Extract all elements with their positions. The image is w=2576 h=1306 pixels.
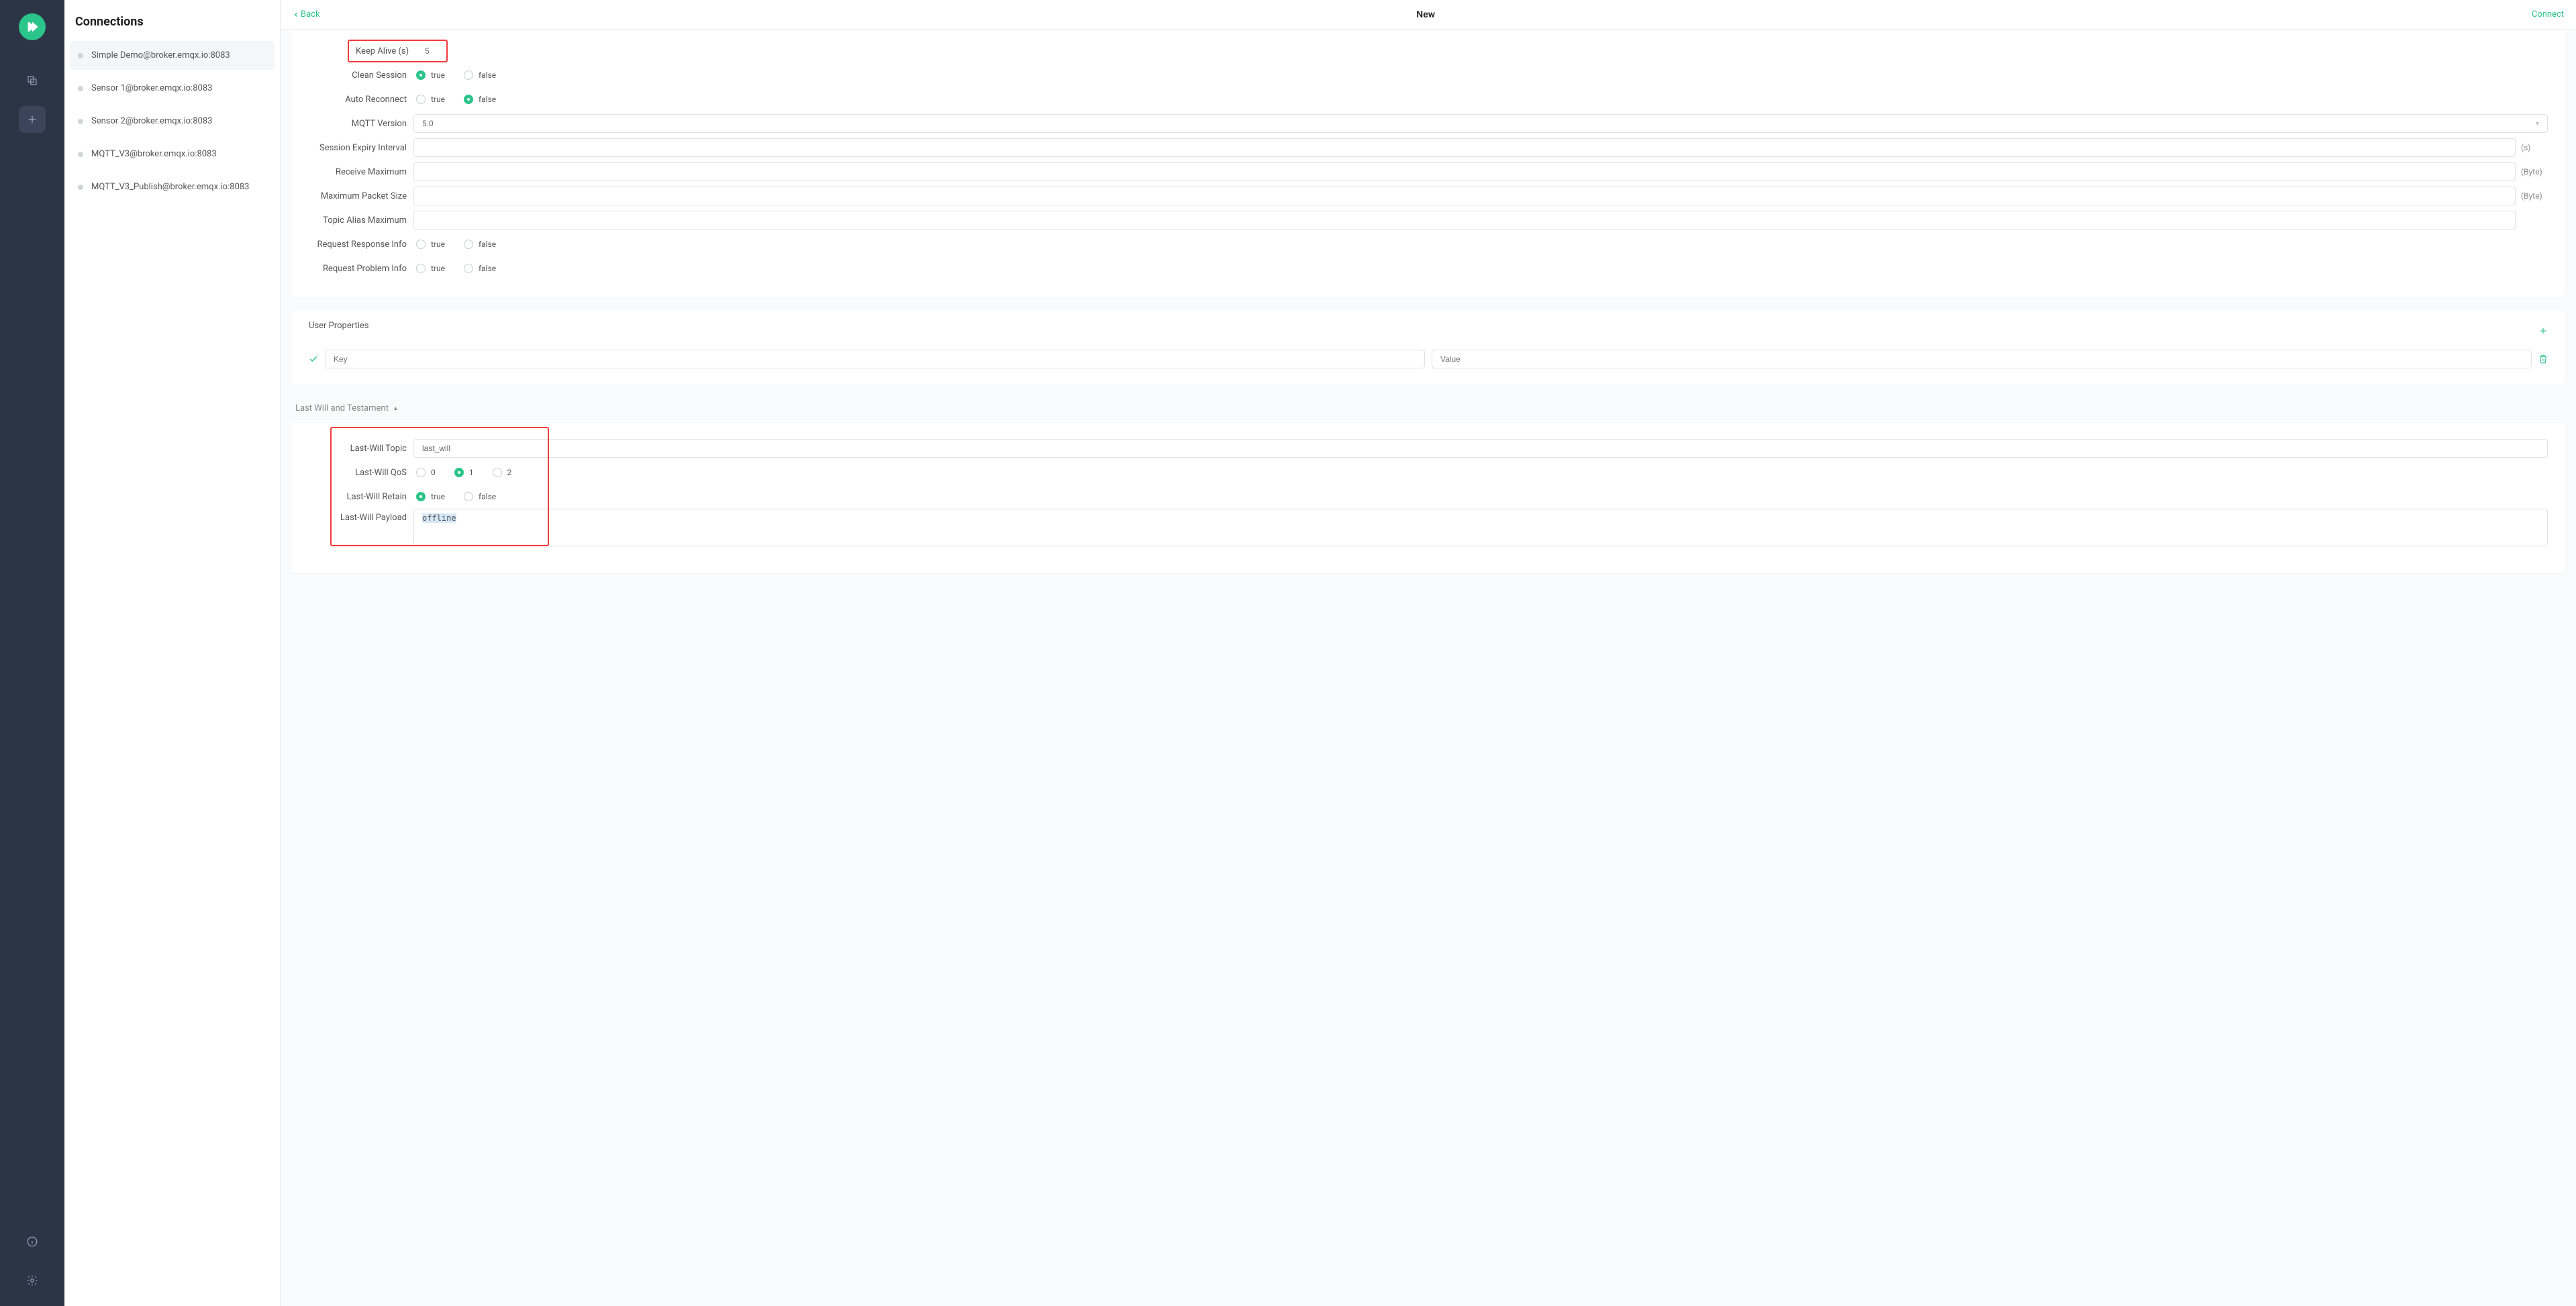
connection-label: MQTT_V3_Publish@broker.emqx.io:8083 bbox=[91, 182, 249, 192]
back-button[interactable]: Back bbox=[293, 9, 320, 19]
status-dot bbox=[78, 86, 83, 91]
lwt-retain-label: Last-Will Retain bbox=[309, 492, 413, 502]
topbar: Back New Connect bbox=[281, 0, 2576, 30]
req-response-false[interactable]: false bbox=[464, 240, 496, 249]
lwt-qos-0[interactable]: 0 bbox=[416, 468, 436, 477]
session-expiry-label: Session Expiry Interval bbox=[309, 143, 413, 153]
lwt-qos-1[interactable]: 1 bbox=[454, 468, 474, 477]
mqtt-version-select[interactable]: 5.0 ▾ bbox=[413, 114, 2548, 133]
clean-session-true[interactable]: true bbox=[416, 70, 445, 80]
add-property-button[interactable] bbox=[2538, 326, 2548, 336]
connection-label: Simple Demo@broker.emqx.io:8083 bbox=[91, 50, 230, 60]
trash-icon[interactable] bbox=[2538, 354, 2548, 364]
topic-alias-input[interactable] bbox=[413, 211, 2516, 230]
sidebar-title: Connections bbox=[70, 9, 275, 41]
status-dot bbox=[78, 152, 83, 157]
max-packet-suffix: (Byte) bbox=[2521, 191, 2548, 201]
connection-item[interactable]: Sensor 2@broker.emqx.io:8083 bbox=[70, 107, 275, 136]
auto-reconnect-true[interactable]: true bbox=[416, 95, 445, 104]
req-problem-false[interactable]: false bbox=[464, 264, 496, 273]
user-properties-title: User Properties bbox=[309, 321, 369, 331]
max-packet-label: Maximum Packet Size bbox=[309, 191, 413, 201]
max-packet-input[interactable] bbox=[413, 187, 2516, 205]
copy-icon[interactable] bbox=[19, 67, 46, 94]
connection-label: Sensor 2@broker.emqx.io:8083 bbox=[91, 116, 212, 126]
connection-item[interactable]: Simple Demo@broker.emqx.io:8083 bbox=[70, 41, 275, 70]
check-icon bbox=[309, 354, 318, 364]
session-expiry-suffix: (s) bbox=[2521, 143, 2548, 152]
mqtt-version-label: MQTT Version bbox=[309, 119, 413, 129]
user-prop-key-input[interactable] bbox=[325, 350, 1425, 368]
lwt-retain-true[interactable]: true bbox=[416, 492, 445, 501]
chevron-down-icon: ▾ bbox=[2536, 120, 2539, 128]
info-icon[interactable] bbox=[19, 1228, 46, 1255]
connection-item[interactable]: MQTT_V3_Publish@broker.emqx.io:8083 bbox=[70, 172, 275, 201]
lwt-retain-false[interactable]: false bbox=[464, 492, 496, 501]
req-problem-true[interactable]: true bbox=[416, 264, 445, 273]
keep-alive-input[interactable] bbox=[417, 44, 446, 58]
keep-alive-highlight: Keep Alive (s) bbox=[348, 40, 448, 62]
user-prop-value-input[interactable] bbox=[1432, 350, 2532, 368]
main-area: Back New Connect Keep Alive (s) Clean Se… bbox=[281, 0, 2576, 1306]
connection-item[interactable]: MQTT_V3@broker.emqx.io:8083 bbox=[70, 140, 275, 168]
status-dot bbox=[78, 185, 83, 190]
lwt-section-title: Last Will and Testament bbox=[295, 403, 389, 413]
receive-max-label: Receive Maximum bbox=[309, 167, 413, 177]
lwt-topic-input[interactable] bbox=[413, 439, 2548, 458]
auto-reconnect-label: Auto Reconnect bbox=[309, 95, 413, 105]
user-properties-panel: User Properties bbox=[291, 311, 2565, 385]
nav-rail bbox=[0, 0, 64, 1306]
add-connection-button[interactable] bbox=[19, 106, 46, 133]
status-dot bbox=[78, 119, 83, 124]
lwt-payload-label: Last-Will Payload bbox=[309, 509, 413, 523]
caret-up-icon: ▴ bbox=[394, 405, 397, 412]
lwt-qos-label: Last-Will QoS bbox=[309, 468, 413, 478]
req-response-true[interactable]: true bbox=[416, 240, 445, 249]
connection-label: MQTT_V3@broker.emqx.io:8083 bbox=[91, 149, 217, 159]
back-label: Back bbox=[301, 9, 320, 19]
receive-max-suffix: (Byte) bbox=[2521, 167, 2548, 177]
clean-session-label: Clean Session bbox=[309, 70, 413, 81]
req-response-label: Request Response Info bbox=[309, 240, 413, 250]
lwt-payload-input[interactable]: offline bbox=[413, 509, 2548, 546]
status-dot bbox=[78, 53, 83, 58]
page-title: New bbox=[320, 9, 2532, 20]
connection-item[interactable]: Sensor 1@broker.emqx.io:8083 bbox=[70, 74, 275, 103]
keep-alive-label: Keep Alive (s) bbox=[356, 46, 417, 56]
lwt-panel: Last-Will Topic Last-Will QoS 0 1 2 Last… bbox=[291, 423, 2565, 573]
advanced-panel: Keep Alive (s) Clean Session true false … bbox=[291, 30, 2565, 297]
lwt-qos-2[interactable]: 2 bbox=[493, 468, 512, 477]
connect-button[interactable]: Connect bbox=[2532, 9, 2564, 19]
connection-label: Sensor 1@broker.emqx.io:8083 bbox=[91, 83, 212, 93]
lwt-topic-label: Last-Will Topic bbox=[309, 444, 413, 454]
session-expiry-input[interactable] bbox=[413, 138, 2516, 157]
receive-max-input[interactable] bbox=[413, 162, 2516, 181]
app-logo bbox=[19, 13, 46, 40]
clean-session-false[interactable]: false bbox=[464, 70, 496, 80]
topic-alias-label: Topic Alias Maximum bbox=[309, 215, 413, 225]
auto-reconnect-false[interactable]: false bbox=[464, 95, 496, 104]
req-problem-label: Request Problem Info bbox=[309, 264, 413, 274]
gear-icon[interactable] bbox=[19, 1267, 46, 1294]
lwt-section-toggle[interactable]: Last Will and Testament ▴ bbox=[295, 403, 2565, 413]
connections-sidebar: Connections Simple Demo@broker.emqx.io:8… bbox=[64, 0, 281, 1306]
